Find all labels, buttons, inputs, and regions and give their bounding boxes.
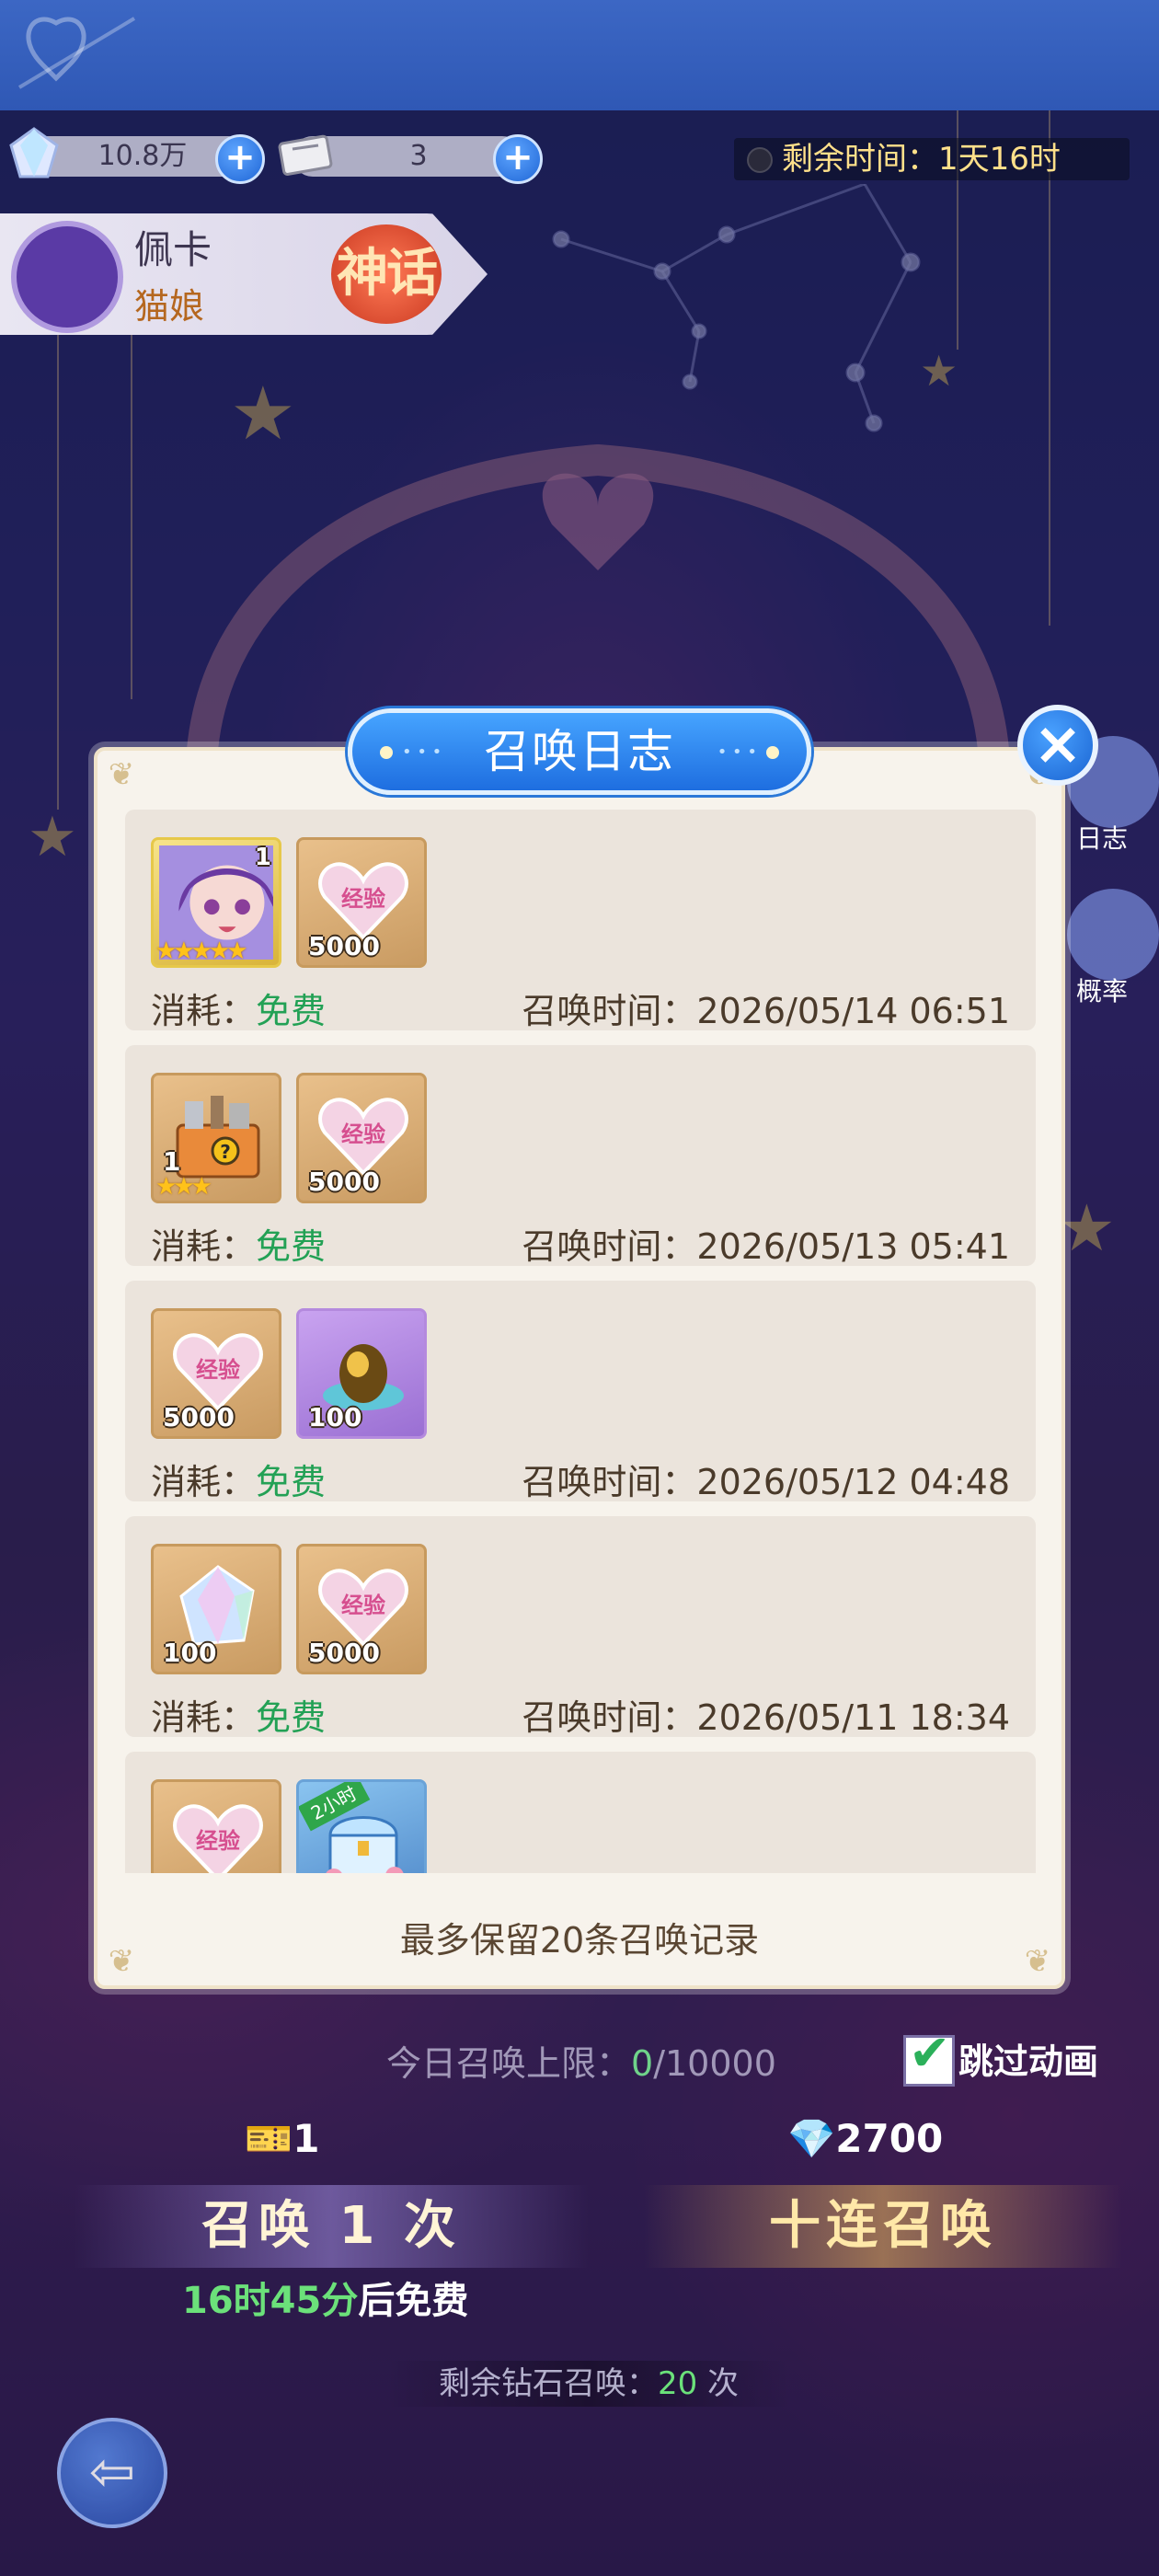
drop-rate-side-button[interactable] [1067,889,1159,981]
cost-value: 免费 [256,991,327,1031]
reward-item[interactable]: 1 ★★★★★ [151,837,281,968]
log-retention-note: 最多保留20条召唤记录 [399,1920,760,1961]
hero-race: 猫娘 [134,286,205,327]
corner-ornament-icon: ❦ [108,756,135,793]
log-entry: ? 1 ★★★ 经验 5000 消耗：免费 召唤时间：2026/05/13 05… [125,1045,1036,1269]
summon-ticket-icon: 🎫 [245,2116,293,2161]
faction-emblem-icon [11,221,123,333]
reward-item[interactable]: ? 1 ★★★ [151,1073,281,1203]
clock-icon [747,147,773,173]
free-countdown-suffix: 后免费 [358,2280,469,2322]
item-count: 100 [163,1638,217,1668]
summon-time: 召唤时间：2026/05/12 04:48 [522,1462,1010,1502]
cost-text: 消耗： [151,1226,257,1267]
exp-art-text: 经验 [196,1357,240,1383]
cost-text: 消耗： [151,1462,257,1502]
cost-label: 消耗：免费 [151,1689,326,1740]
hero-rarity-badge: 神话 [331,224,442,324]
close-icon: × [1033,710,1083,778]
summon-log-side-label: 日志 [1076,823,1129,854]
remaining-diamond-count: 20 [657,2365,698,2402]
daily-limit-used: 0 [631,2043,654,2084]
cost-label: 消耗：免费 [151,1454,326,1504]
cost-value: 免费 [256,1226,327,1267]
reward-item[interactable]: 经验 5000 [296,1544,427,1674]
exp-art-text: 经验 [341,886,385,912]
summon-log-list[interactable]: 1 ★★★★★ 经验 5000 消耗：免费 召唤时间：2026/05/14 06… [125,810,1036,1873]
log-entry: 1 ★★★★★ 经验 5000 消耗：免费 召唤时间：2026/05/14 06… [125,810,1036,1033]
single-cost-amount: 1 [293,2116,320,2161]
exp-art-text: 经验 [341,1593,385,1618]
diamond-icon [9,127,59,178]
diamond-icon: 💎 [787,2116,836,2161]
ten-summon-cost: 💎2700 [787,2116,943,2162]
log-entry: 100 经验 5000 消耗：免费 召唤时间：2026/05/11 18:34 [125,1516,1036,1740]
event-remaining-timer: 剩余时间：1天16时 [734,138,1130,180]
exp-heart-icon: 经验 [173,1804,263,1873]
log-entry: 经验 5000 100 消耗：免费 召唤时间：2026/05/12 04:48 [125,1281,1036,1504]
top-header-bar [0,0,1159,110]
cost-value: 免费 [256,1462,327,1502]
drop-rate-side-label: 概率 [1076,976,1129,1006]
summon-ten-button[interactable]: 十连召唤 [644,2185,1122,2268]
reward-item[interactable]: 100 [296,1308,427,1439]
cost-text: 消耗： [151,1697,257,1738]
summon-once-button[interactable]: 召唤 1 次 [74,2185,589,2268]
reward-item[interactable]: 100 [151,1544,281,1674]
back-arrow-icon: ⇦ [88,2440,136,2504]
log-entry: 经验 2小时 [125,1752,1036,1873]
reward-item[interactable]: 经验 5000 [296,837,427,968]
free-countdown-time: 16时45分 [182,2280,359,2322]
exp-art-text: 经验 [196,1828,240,1854]
daily-limit-label: 今日召唤上限： [386,2043,632,2084]
back-button[interactable]: ⇦ [57,2418,167,2528]
skip-animation-label[interactable]: 跳过动画 [958,2033,1098,2084]
item-count: 1 [254,844,271,871]
item-count: 5000 [308,1638,380,1668]
close-dialog-button[interactable]: × [1017,705,1098,786]
add-ticket-button[interactable]: + [493,134,543,184]
cost-label: 消耗：免费 [151,1218,326,1269]
reward-item[interactable]: 经验 [151,1779,281,1873]
single-summon-cost: 🎫1 [245,2116,320,2162]
add-diamond-button[interactable]: + [215,134,265,184]
star-rating-icon: ★★★★★ [155,937,248,965]
reward-item[interactable]: 经验 5000 [296,1073,427,1203]
cost-label: 消耗：免费 [151,983,326,1033]
dialog-title: 召唤日志 [484,725,675,778]
item-count: 5000 [308,931,380,961]
summon-time: 召唤时间：2026/05/14 06:51 [522,991,1010,1031]
remaining-diamond-label: 剩余钻石召唤： [438,2365,658,2402]
reward-item[interactable]: 2小时 [296,1779,427,1873]
star-rating-icon: ★★★ [155,1173,212,1201]
summon-time: 召唤时间：2026/05/13 05:41 [522,1226,1010,1267]
item-count: 100 [308,1402,362,1432]
summon-time: 召唤时间：2026/05/11 18:34 [522,1697,1010,1738]
hero-name: 佩卡 [134,227,212,272]
remaining-diamond-summons: 剩余钻石召唤：20 次 [386,2361,791,2407]
item-count: 5000 [163,1402,235,1432]
exp-art-text: 经验 [341,1121,385,1147]
ten-cost-amount: 2700 [835,2116,944,2161]
cost-text: 消耗： [151,991,257,1031]
random-chest-icon: ? [176,1096,260,1179]
diamond-amount: 10.8万 [98,140,188,172]
checkmark-icon: ✔ [909,2024,951,2082]
ticket-amount: 3 [409,140,428,172]
cost-value: 免费 [256,1697,327,1738]
dialog-title-plate: • • • • • • 召唤日志 [348,708,811,795]
timer-text: 剩余时间：1天16时 [782,141,1061,178]
svg-text:?: ? [220,1141,231,1163]
reward-item[interactable]: 经验 5000 [151,1308,281,1439]
free-summon-countdown: 16时45分后免费 [182,2271,468,2324]
daily-summon-limit: 今日召唤上限：0/10000 [386,2035,776,2086]
summon-ticket-icon [278,134,333,176]
remaining-diamond-unit: 次 [707,2365,740,2402]
item-count: 5000 [308,1167,380,1197]
daily-limit-total: /10000 [653,2043,776,2084]
heart-decoration-icon [17,17,136,89]
